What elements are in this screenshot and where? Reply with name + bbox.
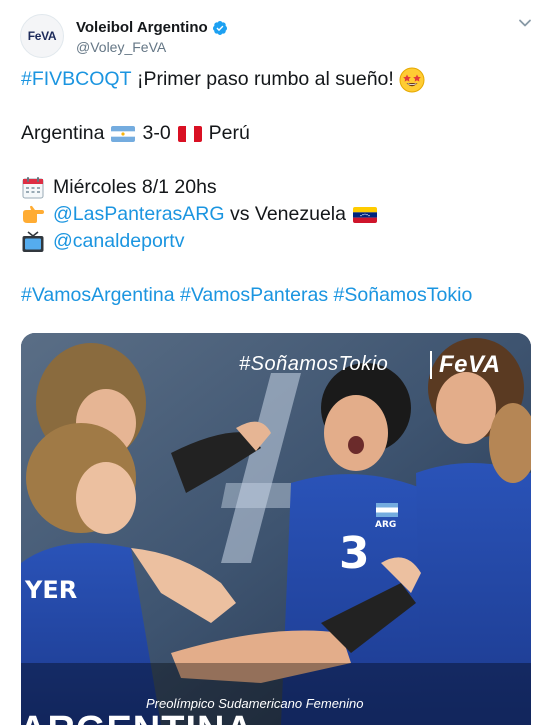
photo-illustration: 3 ARG YER	[21, 333, 531, 725]
match-text: vs Venezuela	[229, 203, 346, 225]
pointing-right-icon	[23, 205, 44, 223]
star-struck-icon	[399, 67, 425, 92]
calendar-icon	[22, 176, 44, 198]
date-text: Miércoles 8/1 20hs	[53, 176, 217, 198]
verified-badge-icon	[212, 20, 227, 35]
tweet-line-date: Miércoles 8/1 20hs	[21, 174, 536, 201]
tweet-card: FeVA Voleibol Argentino @Voley_FeVA #FIV…	[0, 0, 550, 725]
score: 3-0	[142, 122, 171, 144]
venezuela-flag-icon	[352, 206, 377, 223]
hashtag-link[interactable]: #VamosArgentina	[21, 282, 175, 309]
team-argentina: Argentina	[21, 122, 105, 144]
mention-laspanteras[interactable]: @LasPanterasARG	[53, 201, 225, 228]
argentina-flag-icon	[111, 125, 136, 142]
tweet-line-match: @LasPanterasARG vs Venezuela	[21, 201, 536, 228]
tweet-line-score: Argentina 3-0 Perú	[21, 120, 536, 147]
hashtag-link[interactable]: #FIVBCOQT	[21, 66, 132, 93]
tweet-line-tv: @canaldeportv	[21, 228, 536, 255]
headline-text: ¡Primer paso rumbo al sueño!	[136, 68, 394, 90]
tweet-photo[interactable]: 3 ARG YER #SoñamosTokio FeVA Preolímpico…	[21, 333, 531, 725]
hashtag-link[interactable]: #SoñamosTokio	[334, 282, 473, 309]
photo-hashtag: #SoñamosTokio	[239, 353, 389, 375]
photo-divider	[430, 351, 432, 379]
television-icon	[22, 230, 44, 252]
photo-title: ARGENTINA	[21, 709, 254, 725]
mention-canaldeportv[interactable]: @canaldeportv	[53, 228, 184, 255]
jersey-text: ARG	[375, 520, 396, 530]
account-handle[interactable]: @Voley_FeVA	[76, 39, 228, 55]
chevron-down-icon[interactable]	[518, 16, 532, 30]
jersey-name: YER	[24, 576, 77, 604]
avatar-logo-text: FeVA	[27, 29, 57, 43]
tweet-text: #FIVBCOQT ¡Primer paso rumbo al sueño! A…	[21, 66, 536, 309]
avatar[interactable]: FeVA	[20, 14, 64, 58]
team-peru: Perú	[208, 122, 250, 144]
peru-flag-icon	[177, 125, 202, 142]
hashtag-link[interactable]: #VamosPanteras	[180, 282, 328, 309]
feva-logo: FeVA	[439, 351, 501, 378]
tweet-line-hashtags: #VamosArgentina #VamosPanteras #SoñamosT…	[21, 282, 536, 309]
author-block: Voleibol Argentino @Voley_FeVA	[76, 19, 228, 55]
tweet-line-headline: #FIVBCOQT ¡Primer paso rumbo al sueño!	[21, 66, 536, 93]
jersey-number: 3	[339, 528, 370, 579]
account-name[interactable]: Voleibol Argentino	[76, 19, 208, 36]
